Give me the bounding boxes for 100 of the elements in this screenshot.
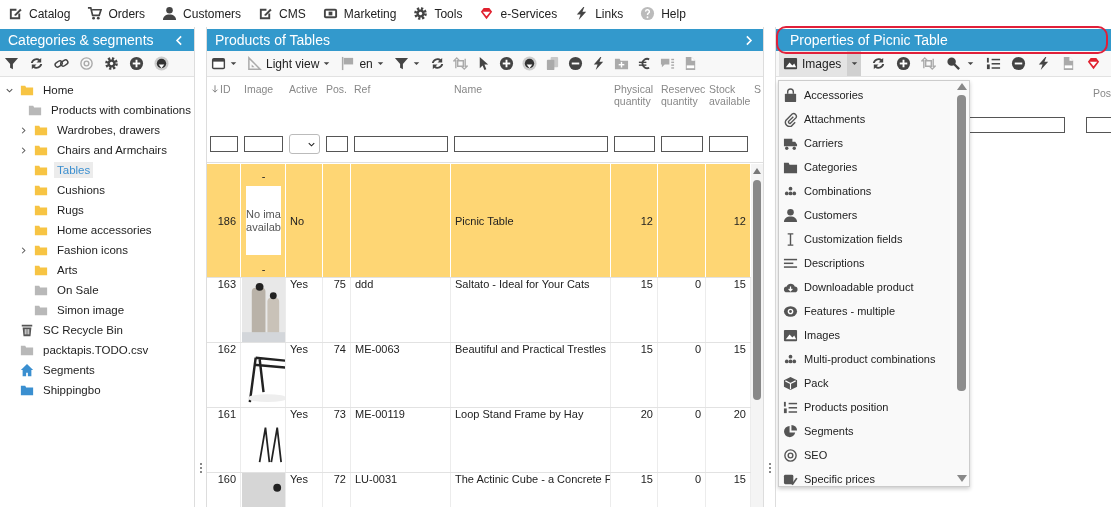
menu-item[interactable]: e-Services [479, 6, 558, 21]
settings-icon[interactable] [104, 56, 119, 71]
table-cell: 15 [733, 278, 746, 290]
tree-item[interactable]: SC Recycle Bin [40, 322, 126, 338]
filter-field[interactable] [709, 136, 748, 152]
menu-item[interactable]: Carriers [779, 131, 955, 155]
menu-item[interactable]: Downloadable product [779, 275, 955, 299]
filter-field[interactable] [661, 136, 703, 152]
scrollbar[interactable] [751, 164, 763, 507]
column-header[interactable]: Active [289, 83, 318, 95]
gem-icon[interactable] [1086, 56, 1102, 71]
table-cell: 15 [640, 343, 653, 355]
tree-item[interactable]: On Sale [54, 282, 102, 298]
column-header[interactable]: S [754, 83, 761, 95]
menu-item[interactable]: Catalog [8, 6, 71, 21]
refresh-icon[interactable] [871, 56, 887, 71]
menu-item[interactable]: Customization fields [779, 227, 955, 251]
tree-item[interactable]: Products with combinations [48, 102, 194, 118]
link-icon[interactable] [54, 56, 69, 71]
tree-item[interactable]: Rugs [54, 202, 87, 218]
remove-icon[interactable] [567, 56, 583, 71]
table-cell: 15 [640, 278, 653, 290]
menu-item[interactable]: Products position [779, 395, 955, 419]
menu-item[interactable]: Combinations [779, 179, 955, 203]
filter-icon[interactable] [4, 56, 19, 71]
menu-item[interactable]: Features - multiple [779, 299, 955, 323]
menu-item[interactable]: Tools [413, 6, 463, 21]
column-header[interactable]: ID [220, 83, 231, 95]
tree-item[interactable]: Home accessories [54, 222, 155, 238]
tree-item[interactable]: Shippingbo [40, 382, 104, 398]
menu-item[interactable]: Descriptions [779, 251, 955, 275]
column-header[interactable]: Reservec quantity [661, 83, 706, 107]
column-header[interactable]: Pos [1093, 87, 1111, 117]
pie-chart-icon [783, 423, 798, 439]
menu-item[interactable]: Attachments [779, 107, 955, 131]
menu-item[interactable]: Specific prices [779, 467, 955, 486]
add-icon[interactable] [896, 56, 912, 71]
menu-item[interactable]: Multi-product combinations [779, 347, 955, 371]
table-cell: 20 [733, 408, 746, 420]
menu-item[interactable]: Accessories [779, 83, 955, 107]
image-icon [783, 56, 798, 71]
filter-field[interactable] [1086, 117, 1111, 133]
filter-field[interactable] [454, 136, 608, 152]
view-selector[interactable]: Light view [266, 56, 320, 71]
numbered-list-icon[interactable] [986, 56, 1002, 71]
column-header[interactable]: Ref [354, 83, 371, 95]
table-cell: Yes [290, 473, 308, 485]
tree-item[interactable]: packtapis.TODO.csv [40, 342, 152, 358]
menu-item[interactable]: Links [574, 6, 624, 21]
table-row[interactable]: 162 Yes 74 ME-0063 Beautiful and Practical Trestles 15 0 15 [207, 343, 751, 408]
menu-item[interactable]: Help [640, 6, 686, 21]
menu-item[interactable]: Pack [779, 371, 955, 395]
menu-item[interactable]: Images [779, 323, 955, 347]
column-header[interactable]: Physical quantity [614, 83, 658, 107]
tree-item[interactable]: Home [40, 82, 77, 98]
panel-title: Categories & segments [8, 32, 155, 48]
add-icon[interactable] [129, 56, 144, 71]
remove-icon[interactable] [1011, 56, 1027, 71]
table-cell: 73 [333, 408, 346, 420]
tree-item[interactable]: Cushions [54, 182, 108, 198]
key-icon[interactable] [946, 56, 962, 71]
menu-item[interactable]: Marketing [322, 6, 397, 21]
tree-item[interactable]: Fashion icons [54, 242, 131, 258]
tree-item[interactable]: Wardrobes, drawers [54, 122, 164, 138]
column-header[interactable]: Image [244, 83, 274, 95]
euro-icon[interactable] [636, 56, 652, 71]
filter-field[interactable] [614, 136, 655, 152]
view-label: Images [802, 56, 842, 71]
sort-arrow-icon[interactable] [210, 83, 220, 95]
refresh-icon[interactable] [429, 56, 445, 71]
menu-item[interactable]: SEO [779, 443, 955, 467]
person-icon [162, 6, 178, 21]
dropdown-toggle[interactable] [847, 51, 862, 76]
filter-field[interactable] [326, 136, 348, 152]
filter-field[interactable] [354, 136, 448, 152]
menu-item[interactable]: Customers [779, 203, 955, 227]
menu-item[interactable]: Customers [162, 6, 242, 21]
window-icon[interactable] [211, 56, 226, 71]
menu-item[interactable]: CMS [258, 6, 306, 21]
language-selector[interactable]: en [359, 56, 373, 71]
tree-item[interactable]: Chairs and Armchairs [54, 142, 170, 158]
filter-field[interactable] [210, 136, 238, 152]
view-dropdown-button[interactable]: Images [779, 51, 848, 76]
tree-item[interactable]: Arts [54, 262, 81, 278]
filter-icon[interactable] [393, 56, 409, 71]
table-row[interactable]: 163 Yes 75 ddd Saltato - Ideal for Your Cats 15 0 15 [207, 278, 751, 343]
tree-item[interactable]: Simon image [54, 302, 128, 318]
table-cell: Picnic Table [455, 214, 514, 227]
menu-item[interactable]: Orders [87, 6, 146, 21]
column-header[interactable]: Pos. [326, 83, 347, 95]
menu-item[interactable]: Categories [779, 155, 955, 179]
refresh-icon[interactable] [29, 56, 44, 71]
column-header[interactable]: Name [454, 83, 482, 95]
table-cell: Yes [290, 343, 308, 355]
tree-item[interactable]: Segments [40, 362, 98, 378]
add-icon[interactable] [498, 56, 514, 71]
filter-field[interactable] [244, 136, 283, 152]
table-cell: 162 [217, 343, 236, 355]
column-header[interactable]: Stock available [709, 83, 751, 107]
menu-item[interactable]: Segments [779, 419, 955, 443]
